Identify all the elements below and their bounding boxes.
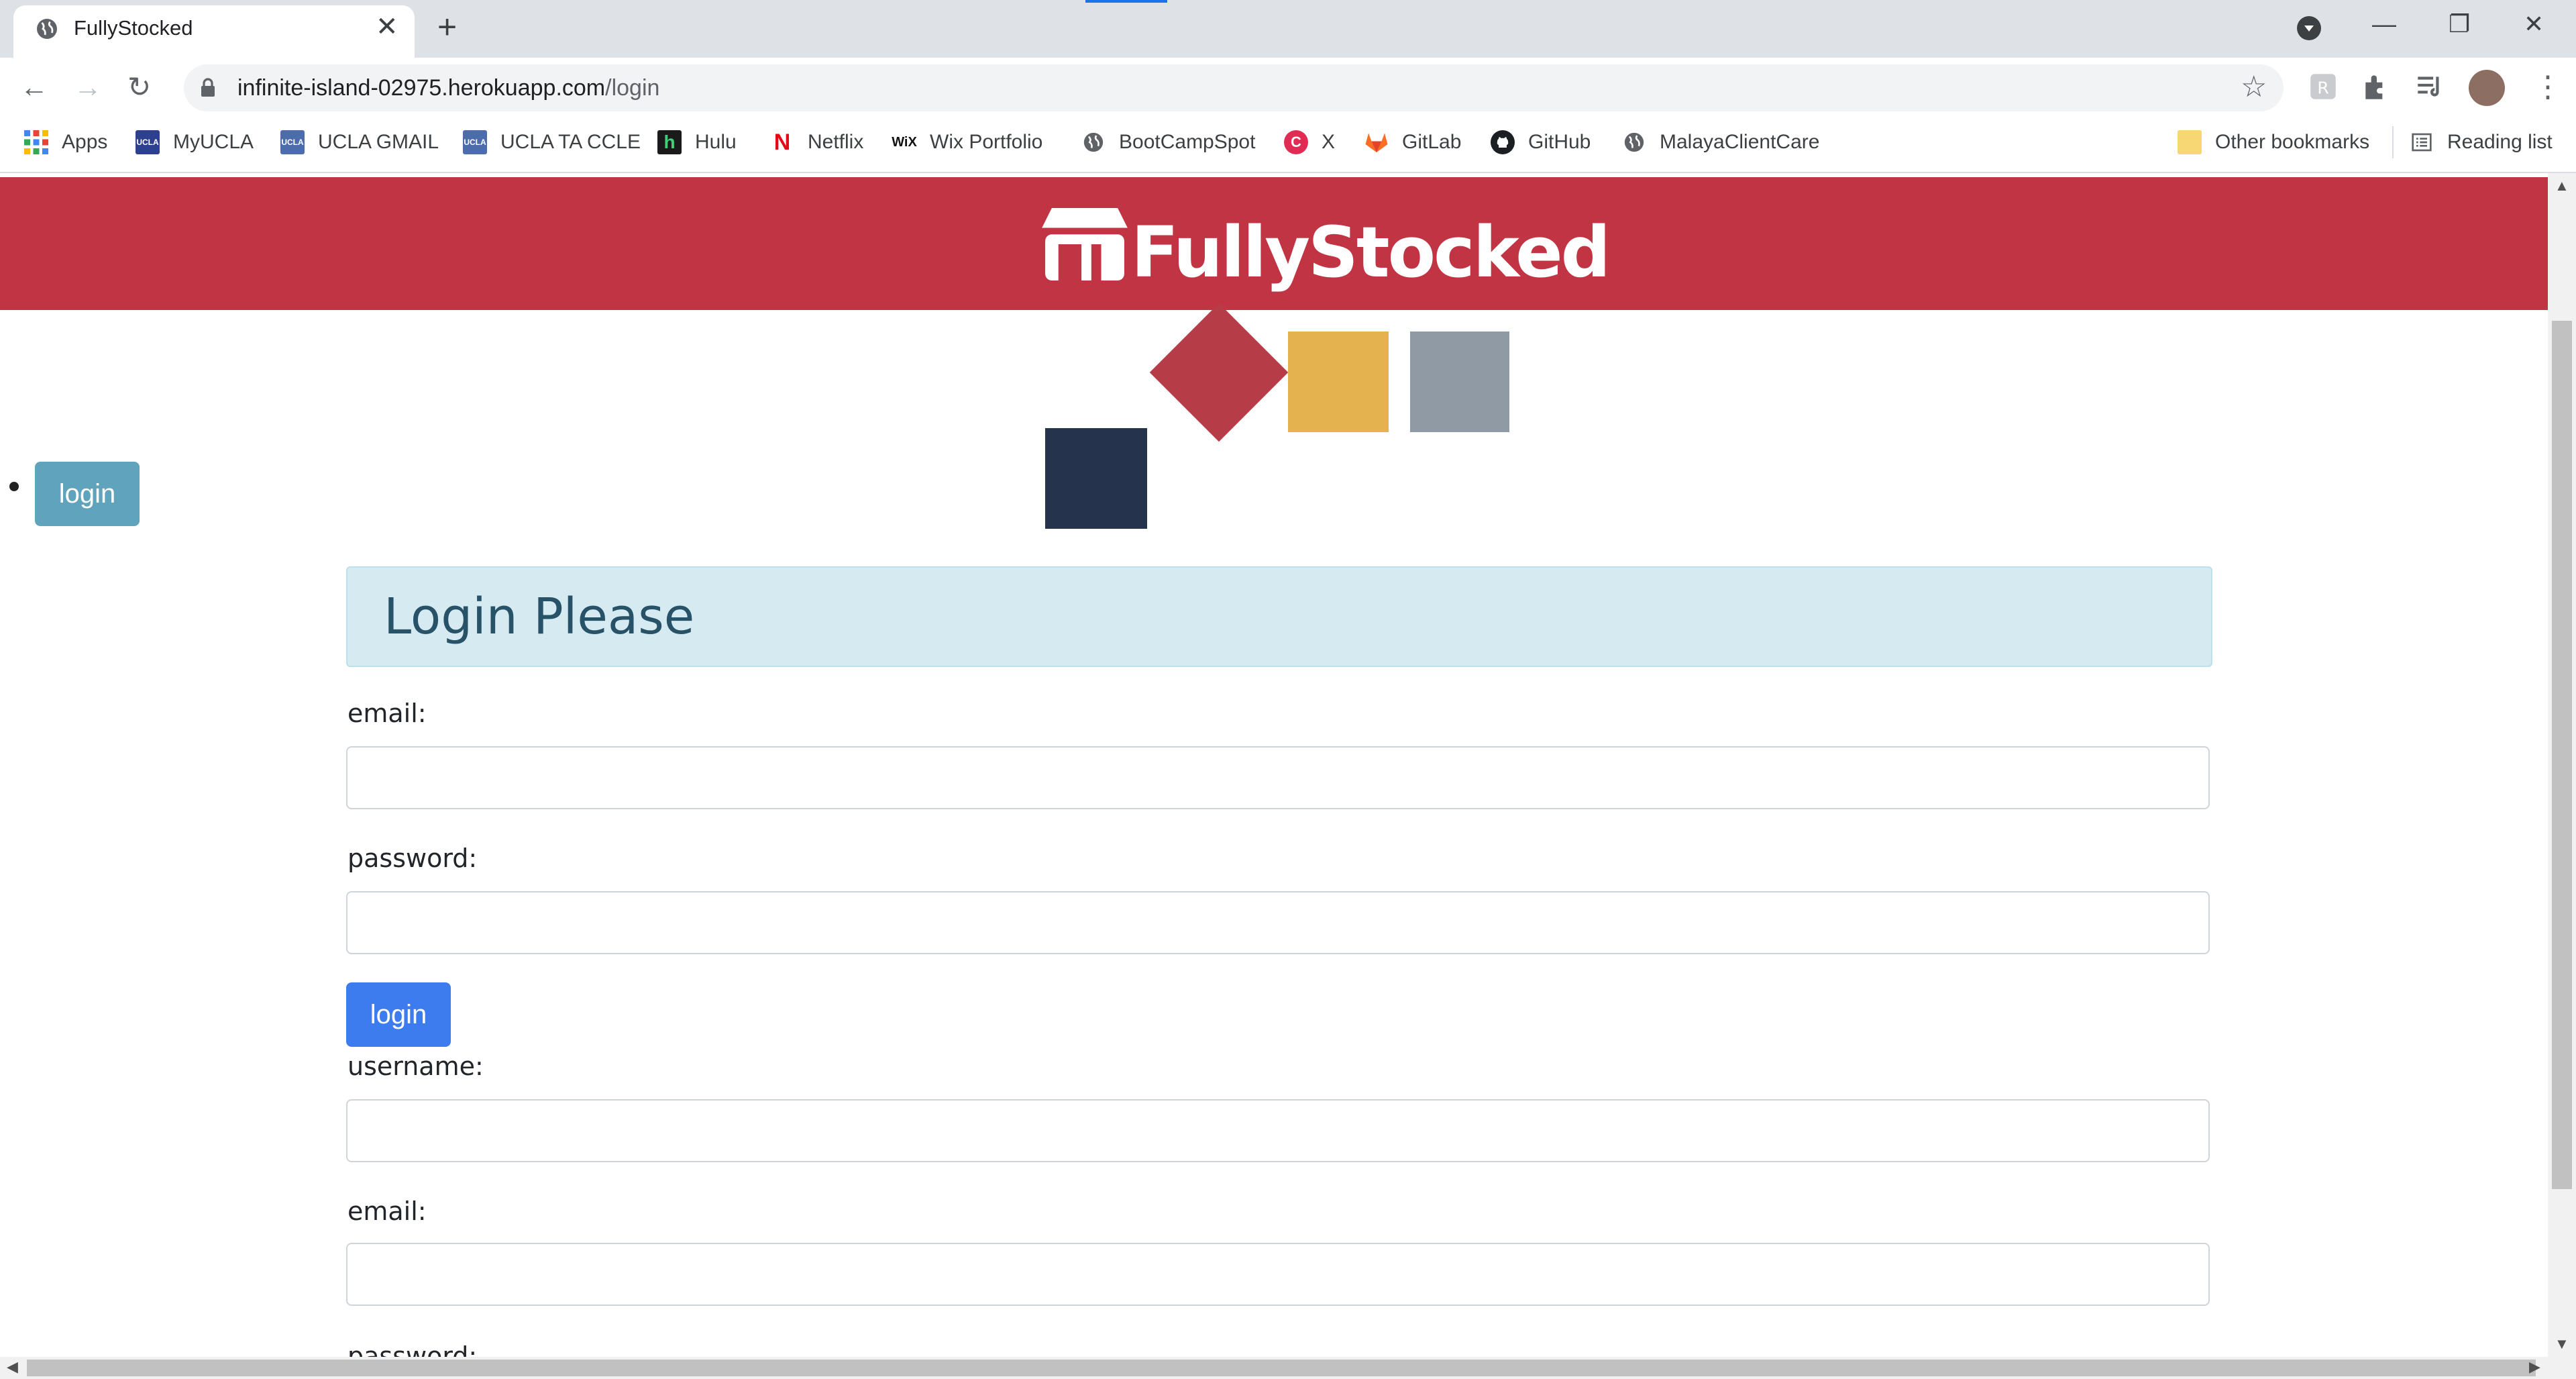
reading-list-icon bbox=[2410, 130, 2434, 154]
scroll-up-icon[interactable]: ▲ bbox=[2555, 177, 2569, 195]
bookmark-apps[interactable]: Apps bbox=[24, 125, 107, 160]
tab-strip-indicator bbox=[1085, 0, 1167, 3]
globe-icon bbox=[1622, 130, 1646, 154]
bookmark-label: UCLA GMAIL bbox=[318, 131, 439, 153]
bookmark-ucla-gmail[interactable]: UCLA UCLA GMAIL bbox=[280, 125, 439, 160]
github-icon bbox=[1491, 130, 1515, 154]
decorative-square-navy bbox=[1045, 428, 1147, 529]
email-field[interactable] bbox=[346, 746, 2210, 809]
x-app-icon: C bbox=[1284, 130, 1308, 154]
nav-login-button[interactable]: login bbox=[35, 462, 140, 526]
password-field[interactable] bbox=[346, 891, 2210, 954]
other-bookmarks-label: Other bookmarks bbox=[2215, 131, 2370, 153]
username-field[interactable] bbox=[346, 1099, 2210, 1162]
ucla-icon: UCLA bbox=[463, 130, 487, 154]
folder-icon bbox=[2178, 130, 2202, 154]
ucla-icon: UCLA bbox=[280, 130, 305, 154]
bookmarks-divider bbox=[2392, 126, 2394, 158]
decorative-square-yellow bbox=[1288, 331, 1389, 432]
url-text: infinite-island-02975.herokuapp.com/logi… bbox=[237, 71, 659, 105]
list-bullet bbox=[9, 482, 19, 491]
media-control-icon[interactable] bbox=[2414, 70, 2447, 103]
reload-icon[interactable]: ↻ bbox=[127, 66, 151, 109]
signup-email-label: email: bbox=[347, 1196, 427, 1226]
bookmark-bootcampspot[interactable]: BootCampSpot bbox=[1081, 125, 1255, 160]
puzzle-icon[interactable] bbox=[2360, 70, 2394, 103]
kebab-menu-icon[interactable]: ⋮ bbox=[2533, 70, 2563, 105]
bookmark-label: MyUCLA bbox=[173, 131, 254, 153]
decorative-square-gray bbox=[1410, 331, 1509, 432]
bookmark-ucla-ta-ccle[interactable]: UCLA UCLA TA CCLE bbox=[463, 125, 641, 160]
bookmark-myucla[interactable]: UCLA MyUCLA bbox=[136, 125, 254, 160]
reading-list-label: Reading list bbox=[2447, 131, 2553, 153]
bookmark-label: BootCampSpot bbox=[1119, 131, 1256, 153]
bookmark-gitlab[interactable]: GitLab bbox=[1364, 125, 1461, 160]
bookmark-label: GitHub bbox=[1528, 131, 1591, 153]
close-tab-icon[interactable]: ✕ bbox=[376, 12, 398, 42]
horizontal-scrollbar-thumb[interactable] bbox=[27, 1360, 2536, 1376]
bookmark-label: X bbox=[1322, 131, 1336, 153]
bookmark-wix-portfolio[interactable]: WiX Wix Portfolio bbox=[892, 125, 1042, 160]
scroll-down-icon[interactable]: ▼ bbox=[2555, 1335, 2569, 1353]
page-viewport: FullyStocked login Login Please email: p… bbox=[0, 173, 2548, 1357]
hulu-icon: h bbox=[657, 130, 682, 154]
bookmark-label: UCLA TA CCLE bbox=[500, 131, 641, 153]
bookmark-label: GitLab bbox=[1402, 131, 1462, 153]
apps-grid-icon bbox=[24, 130, 48, 154]
bookmark-netflix[interactable]: N Netflix bbox=[770, 125, 864, 160]
restore-icon[interactable]: ❐ bbox=[2449, 9, 2470, 39]
login-header-alert: Login Please bbox=[346, 566, 2212, 667]
vertical-scrollbar-thumb[interactable] bbox=[2552, 321, 2572, 1189]
bookmark-malayaclientcare[interactable]: MalayaClientCare bbox=[1622, 125, 1819, 160]
username-label: username: bbox=[347, 1052, 484, 1081]
bookmark-star-icon[interactable]: ☆ bbox=[2241, 70, 2267, 105]
page-title: Login Please bbox=[384, 588, 695, 646]
bookmark-x[interactable]: C X bbox=[1284, 125, 1335, 160]
extension-icon[interactable]: R bbox=[2306, 70, 2340, 103]
scroll-left-icon[interactable]: ◀ bbox=[7, 1358, 18, 1376]
back-icon[interactable]: ← bbox=[20, 66, 48, 109]
ucla-icon: UCLA bbox=[136, 130, 160, 154]
store-icon bbox=[1042, 208, 1128, 280]
brand-name: FullyStocked bbox=[1131, 211, 1611, 293]
close-window-icon[interactable]: ✕ bbox=[2524, 9, 2544, 39]
bookmark-label: Apps bbox=[62, 131, 108, 153]
bookmark-label: Netflix bbox=[808, 131, 864, 153]
bookmark-hulu[interactable]: h Hulu bbox=[657, 125, 737, 160]
globe-icon bbox=[37, 19, 57, 39]
scroll-right-icon[interactable]: ▶ bbox=[2529, 1358, 2540, 1376]
bookmark-label: Wix Portfolio bbox=[930, 131, 1043, 153]
url-host: infinite-island-02975.herokuapp.com bbox=[237, 75, 606, 101]
signup-password-label: password: bbox=[347, 1341, 478, 1357]
svg-text:R: R bbox=[2317, 78, 2328, 97]
reading-list[interactable]: Reading list bbox=[2410, 125, 2553, 160]
netflix-icon: N bbox=[773, 129, 791, 155]
decorative-diamond bbox=[1149, 303, 1289, 442]
bookmark-label: MalayaClientCare bbox=[1660, 131, 1820, 153]
url-path: /login bbox=[605, 75, 660, 101]
lock-icon bbox=[201, 78, 215, 97]
gitlab-icon bbox=[1364, 130, 1389, 154]
bookmark-github[interactable]: GitHub bbox=[1491, 125, 1591, 160]
minimize-icon[interactable]: — bbox=[2372, 9, 2396, 39]
password-label: password: bbox=[347, 844, 478, 873]
signup-email-field[interactable] bbox=[346, 1243, 2210, 1306]
bookmark-label: Hulu bbox=[695, 131, 737, 153]
login-submit-button[interactable]: login bbox=[346, 982, 451, 1047]
tab-search-icon[interactable] bbox=[2297, 16, 2321, 40]
avatar[interactable] bbox=[2469, 70, 2505, 106]
brand-header: FullyStocked bbox=[0, 177, 2548, 310]
email-label: email: bbox=[347, 699, 427, 728]
globe-icon bbox=[1081, 130, 1106, 154]
forward-icon[interactable]: → bbox=[74, 66, 102, 109]
wix-icon: WiX bbox=[892, 134, 917, 150]
other-bookmarks[interactable]: Other bookmarks bbox=[2178, 125, 2369, 160]
tab-title: FullyStocked bbox=[74, 16, 193, 40]
new-tab-icon[interactable]: + bbox=[437, 9, 457, 44]
